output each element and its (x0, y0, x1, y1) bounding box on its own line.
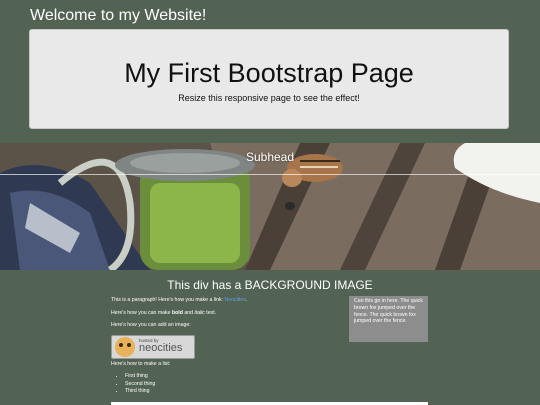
paragraph-link: This is a paragraph! Here's how you make… (111, 297, 341, 304)
paragraph-list: Here's how to make a list: (111, 360, 171, 367)
subhead-divider (0, 174, 540, 175)
sidebar-box: Can this go in here. The quick brown fox… (349, 296, 428, 342)
jumbotron-subtext: Resize this responsive page to see the e… (178, 93, 360, 103)
neocities-link[interactable]: Neocities (224, 297, 245, 303)
italic-text: italic (194, 309, 205, 316)
badge-big-text: neocities (139, 342, 183, 355)
cat-icon (115, 336, 135, 357)
main-content: This is a paragraph! Here's how you make… (111, 297, 341, 396)
jumbotron: My First Bootstrap Page Resize this resp… (29, 29, 509, 129)
paragraph-formatting: Here's how you can make bold and italic … (111, 310, 341, 317)
subhead: Subhead (245, 150, 295, 164)
paragraph-end: . (245, 297, 248, 303)
paragraph-image: Here's how you can add an image: (111, 322, 191, 328)
bullet-list: First thing Second thing Third thing (111, 373, 341, 395)
site-title: Welcome to my Website! (30, 7, 207, 24)
paragraph-text: This is a paragraph! Here's how you make… (111, 297, 225, 303)
page-heading: My First Bootstrap Page (124, 58, 414, 88)
bold-text: bold (171, 309, 183, 316)
list-item: First thing (125, 373, 341, 380)
paragraph-text: text. (204, 309, 217, 316)
paragraph-text: and (182, 309, 195, 316)
list-item: Second thing (125, 381, 341, 388)
list-item: Third thing (125, 388, 341, 395)
section-title: This div has a BACKGROUND IMAGE (167, 278, 373, 292)
paragraph-text: Here's how you can make (111, 309, 172, 316)
neocities-badge[interactable]: hosted by neocities (111, 334, 195, 359)
